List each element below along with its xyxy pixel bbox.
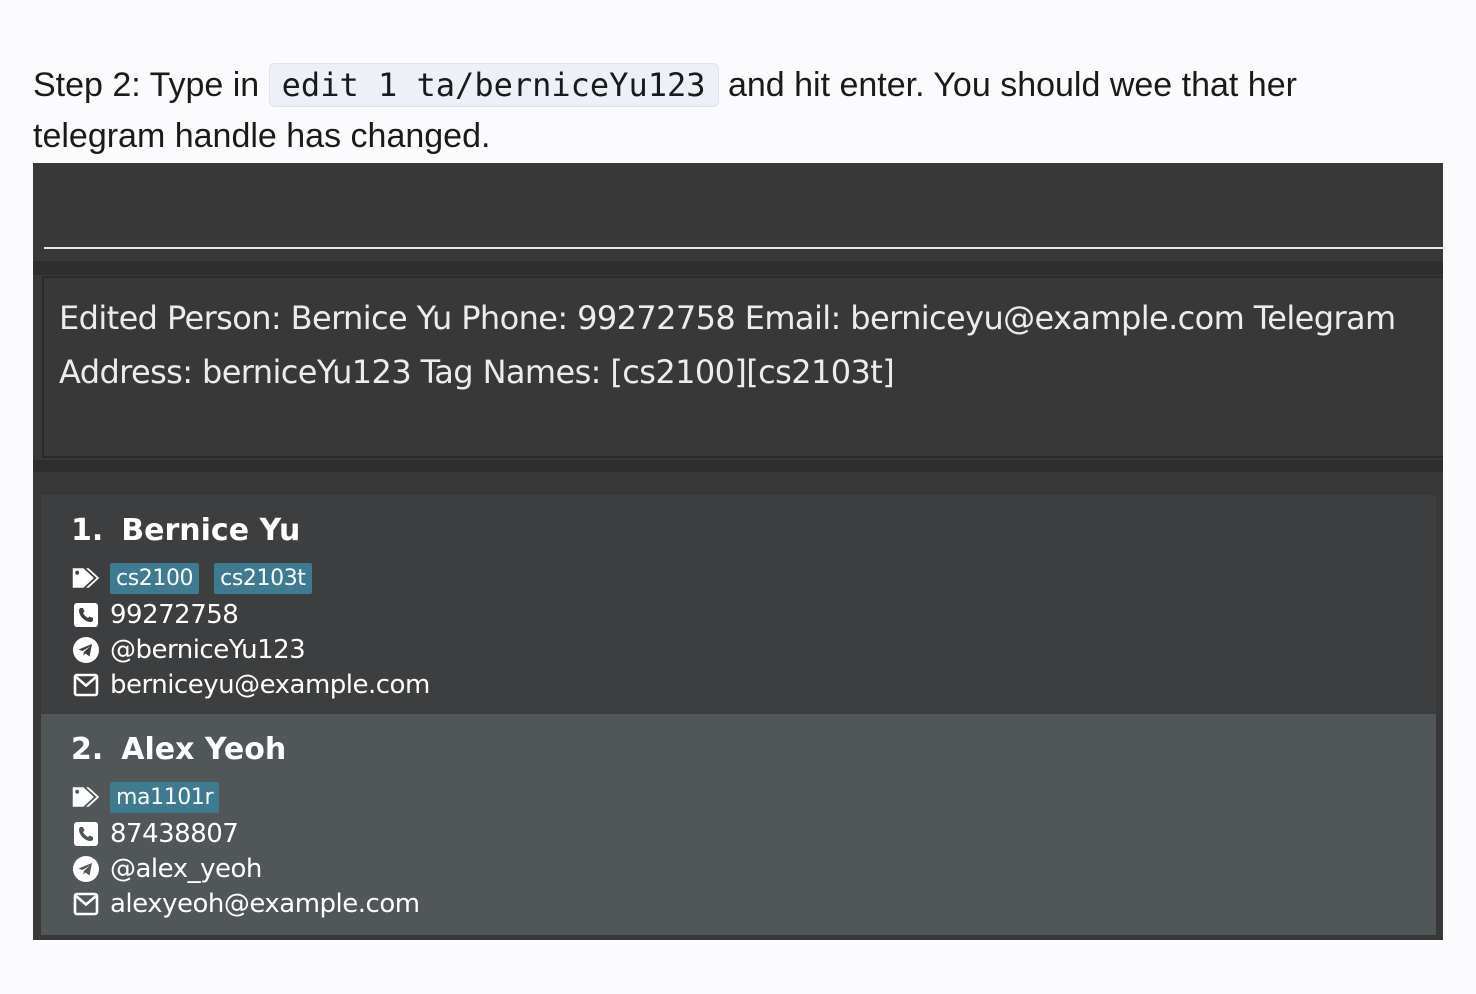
phone-number: 99272758 xyxy=(110,600,239,630)
tags-row: cs2100 cs2103t xyxy=(71,561,327,595)
telegram-icon xyxy=(71,854,101,884)
person-name-row: 1. Bernice Yu xyxy=(71,513,300,548)
instruction-paragraph: Step 2: Type in edit 1 ta/berniceYu123 a… xyxy=(33,60,1433,162)
email-address: berniceyu@example.com xyxy=(110,670,430,700)
tag-chip: ma1101r xyxy=(110,781,220,813)
phone-row: 99272758 xyxy=(71,598,239,632)
telegram-row: @alex_yeoh xyxy=(71,852,262,886)
person-card[interactable]: 1. Bernice Yu cs2100 cs2103t 99272758 @b… xyxy=(41,495,1436,714)
person-index: 2. xyxy=(71,732,104,767)
command-box[interactable] xyxy=(33,163,1443,249)
phone-number: 87438807 xyxy=(110,819,239,849)
telegram-row: @berniceYu123 xyxy=(71,633,306,667)
phone-row: 87438807 xyxy=(71,817,239,851)
person-index: 1. xyxy=(71,513,104,548)
command-box-underline xyxy=(44,247,1443,249)
person-name-row: 2. Alex Yeoh xyxy=(71,732,286,767)
instruction-prefix: Step 2: Type in xyxy=(33,66,269,104)
tags-row: ma1101r xyxy=(71,780,234,814)
command-code: edit 1 ta/berniceYu123 xyxy=(268,63,719,107)
person-name: Bernice Yu xyxy=(121,513,301,548)
email-address: alexyeoh@example.com xyxy=(110,889,420,919)
tags-icon xyxy=(71,563,101,593)
person-name: Alex Yeoh xyxy=(121,732,287,767)
result-display-text: Edited Person: Bernice Yu Phone: 9927275… xyxy=(59,299,1396,391)
tags-icon xyxy=(71,782,101,812)
divider xyxy=(33,261,1443,275)
phone-icon xyxy=(71,819,101,849)
tag-chip: cs2103t xyxy=(214,562,312,594)
tag-chip: cs2100 xyxy=(110,562,200,594)
phone-icon xyxy=(71,600,101,630)
email-row: alexyeoh@example.com xyxy=(71,887,420,921)
person-card[interactable]: 2. Alex Yeoh ma1101r 87438807 @alex_yeoh… xyxy=(41,714,1436,935)
app-screenshot: Edited Person: Bernice Yu Phone: 9927275… xyxy=(33,163,1443,940)
envelope-icon xyxy=(71,670,101,700)
telegram-handle: @berniceYu123 xyxy=(110,635,306,665)
telegram-handle: @alex_yeoh xyxy=(110,854,262,884)
divider xyxy=(33,460,1443,472)
email-row: berniceyu@example.com xyxy=(71,668,430,702)
envelope-icon xyxy=(71,889,101,919)
person-list-panel[interactable]: 1. Bernice Yu cs2100 cs2103t 99272758 @b… xyxy=(41,495,1436,935)
telegram-icon xyxy=(71,635,101,665)
